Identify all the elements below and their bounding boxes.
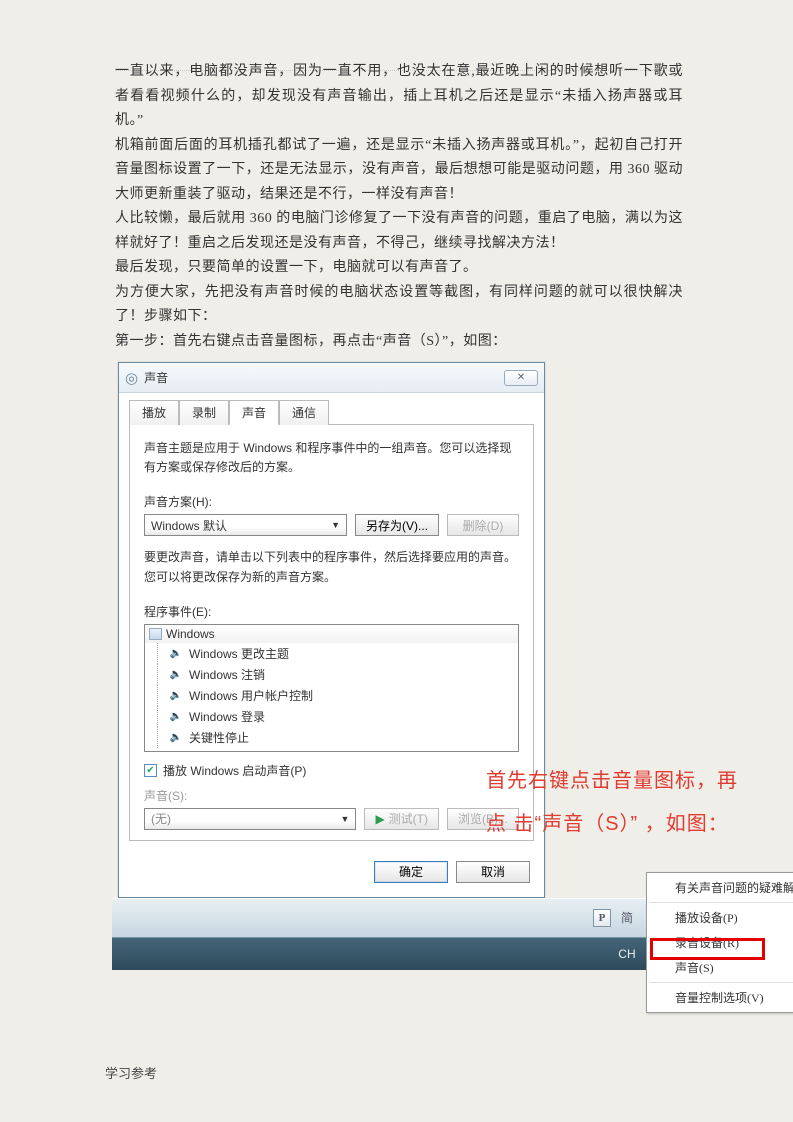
tree-item[interactable]: 🔈 Windows 登录 xyxy=(145,706,518,727)
save-as-button[interactable]: 另存为(V)... xyxy=(355,514,439,536)
taskbar: P 简 ☽ ⏻ ⚙ ？ CH ^ 2013/4/1 xyxy=(112,898,728,970)
annotation-line2: 击“声音（S）” ，如图： xyxy=(514,813,729,835)
speaker-icon: 🔈 xyxy=(169,710,183,722)
paragraph: 一直以来，电脑都没声音，因为一直不用，也没太在意,最近晚上闲的时候想听一下歌或者… xyxy=(115,60,683,134)
tab-record[interactable]: 录制 xyxy=(179,400,229,425)
speaker-icon: 🔈 xyxy=(169,731,183,743)
paragraph: 第一步：首先右键点击音量图标，再点击“声音（S）”，如图： xyxy=(115,330,683,355)
tab-panel-sound: 声音主题是应用于 Windows 和程序事件中的一组声音。您可以选择现有方案或保… xyxy=(129,424,534,841)
program-events-list[interactable]: Windows 🔈 Windows 更改主题 🔈 Windows 注销 🔈 Wi… xyxy=(144,624,519,752)
dialog-title: 声音 xyxy=(144,369,504,386)
checkbox-checked-icon[interactable]: ✔ xyxy=(144,764,157,777)
tab-strip: 播放 录制 声音 通信 xyxy=(119,393,544,424)
sound-combobox[interactable]: (无) ▼ xyxy=(144,808,356,830)
tree-item-label: Windows 登录 xyxy=(189,708,265,725)
globe-icon: ◎ xyxy=(125,369,138,387)
screenshot-region: ◎ 声音 ✕ 播放 录制 声音 通信 声音主题是应用于 Windows 和程序事… xyxy=(118,362,728,898)
paragraph: 人比较懒，最后就用 360 的电脑门诊修复了一下没有声音的问题，重启了电脑，满以… xyxy=(115,207,683,256)
ok-button[interactable]: 确定 xyxy=(374,861,448,883)
ime-p-icon[interactable]: P xyxy=(593,909,611,927)
chevron-down-icon: ▼ xyxy=(331,520,340,530)
tree-item[interactable]: 🔈 Windows 注销 xyxy=(145,664,518,685)
tree-root-label: Windows xyxy=(166,627,215,641)
close-button[interactable]: ✕ xyxy=(504,370,538,386)
menu-item-sound[interactable]: 声音(S) xyxy=(647,955,793,980)
document-page: 一直以来，电脑都没声音，因为一直不用，也没太在意,最近晚上闲的时候想听一下歌或者… xyxy=(115,60,683,898)
menu-item-playback[interactable]: 播放设备(P) xyxy=(647,905,793,930)
dialog-titlebar[interactable]: ◎ 声音 ✕ xyxy=(119,363,544,393)
article-body: 一直以来，电脑都没声音，因为一直不用，也没太在意,最近晚上闲的时候想听一下歌或者… xyxy=(115,60,683,354)
tree-item-label: Windows 注销 xyxy=(189,666,265,683)
test-label: 测试(T) xyxy=(389,810,428,827)
sound-value: (无) xyxy=(151,810,171,827)
tab-comm[interactable]: 通信 xyxy=(279,400,329,425)
tree-root[interactable]: Windows xyxy=(145,625,518,643)
tab-sound[interactable]: 声音 xyxy=(229,400,279,425)
dialog-button-row: 确定 取消 xyxy=(119,851,544,897)
taskbar-lower: CH ^ 2013/4/1 xyxy=(112,938,728,970)
menu-item-record[interactable]: 录音设备(R) xyxy=(647,930,793,955)
chevron-down-icon: ▼ xyxy=(341,814,350,824)
menu-separator xyxy=(649,982,793,983)
scheme-value: Windows 默认 xyxy=(151,517,227,534)
sound-label: 声音(S): xyxy=(144,787,519,804)
red-annotation: 首先右键点击音量图标，再点 击“声音（S）” ，如图： xyxy=(486,760,746,846)
paragraph: 为方便大家，先把没有声音时候的电脑状态设置等截图，有同样问题的就可以很快解决了！… xyxy=(115,281,683,330)
ime-jian[interactable]: 简 xyxy=(621,909,633,926)
scheme-label: 声音方案(H): xyxy=(144,493,519,510)
tree-item[interactable]: 🔈 Windows 用户帐户控制 xyxy=(145,685,518,706)
taskbar-upper: P 简 ☽ ⏻ ⚙ ？ xyxy=(112,898,728,938)
menu-item-troubleshoot[interactable]: 有关声音问题的疑难解答(T) xyxy=(647,875,793,900)
tree-item-label: Windows 用户帐户控制 xyxy=(189,687,313,704)
sound-dialog: ◎ 声音 ✕ 播放 录制 声音 通信 声音主题是应用于 Windows 和程序事… xyxy=(118,362,545,898)
speaker-icon: 🔈 xyxy=(169,647,183,659)
startup-sound-checkbox-row[interactable]: ✔ 播放 Windows 启动声音(P) xyxy=(144,762,519,779)
test-button: ▶ 测试(T) xyxy=(364,808,439,830)
menu-separator xyxy=(649,902,793,903)
scheme-combobox[interactable]: Windows 默认 ▼ xyxy=(144,514,347,536)
tree-item[interactable]: 🔈 关键性停止 xyxy=(145,727,518,748)
tree-item-label: 关键性停止 xyxy=(189,729,249,746)
paragraph: 机箱前面后面的耳机插孔都试了一遍，还是显示“未插入扬声器或耳机。”，起初自己打开… xyxy=(115,134,683,208)
tray-context-menu: 有关声音问题的疑难解答(T) 播放设备(P) 录音设备(R) 声音(S) 音量控… xyxy=(646,872,793,1013)
page-footer: 学习参考 xyxy=(105,1063,157,1082)
cancel-button[interactable]: 取消 xyxy=(456,861,530,883)
play-icon: ▶ xyxy=(375,812,384,826)
speaker-icon: 🔈 xyxy=(169,689,183,701)
delete-button: 删除(D) xyxy=(447,514,519,536)
description-text: 声音主题是应用于 Windows 和程序事件中的一组声音。您可以选择现有方案或保… xyxy=(144,439,519,477)
events-label: 程序事件(E): xyxy=(144,603,519,620)
tree-item-label: Windows 更改主题 xyxy=(189,645,289,662)
windows-icon xyxy=(149,628,162,640)
tab-playback[interactable]: 播放 xyxy=(129,400,179,425)
menu-item-volume[interactable]: 音量控制选项(V) xyxy=(647,985,793,1010)
ime-ch[interactable]: CH xyxy=(618,947,635,961)
checkbox-label: 播放 Windows 启动声音(P) xyxy=(163,762,306,779)
paragraph: 最后发现，只要简单的设置一下，电脑就可以有声音了。 xyxy=(115,256,683,281)
tree-item[interactable]: 🔈 Windows 更改主题 xyxy=(145,643,518,664)
speaker-icon: 🔈 xyxy=(169,668,183,680)
description-text-2: 要更改声音，请单击以下列表中的程序事件，然后选择要应用的声音。您可以将更改保存为… xyxy=(144,548,519,586)
